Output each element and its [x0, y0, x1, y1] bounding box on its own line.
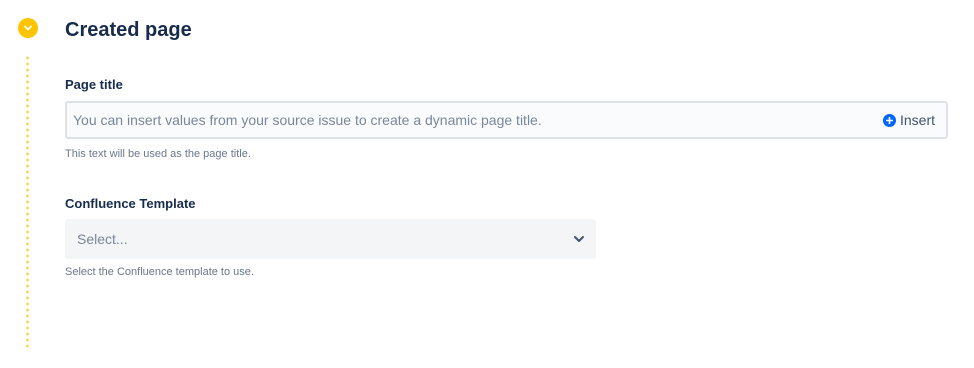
created-page-section: Created page Page title Insert This text… [0, 0, 974, 368]
chevron-down-icon [23, 23, 33, 33]
plus-circle-icon [882, 113, 896, 127]
page-title-label: Page title [65, 77, 123, 92]
chevron-down-icon [572, 232, 586, 246]
section-collapse-toggle[interactable] [18, 18, 38, 38]
section-title: Created page [65, 19, 192, 41]
page-title-helper-text: This text will be used as the page title… [65, 148, 251, 160]
insert-button[interactable]: Insert [882, 112, 935, 128]
confluence-template-label: Confluence Template [65, 196, 196, 211]
confluence-template-select-value: Select... [77, 231, 128, 247]
page-title-input[interactable] [67, 103, 883, 137]
page-title-field: Insert [65, 101, 948, 139]
step-connector-line [26, 55, 29, 351]
insert-button-label: Insert [899, 112, 935, 128]
confluence-template-helper-text: Select the Confluence template to use. [65, 266, 254, 278]
confluence-template-select[interactable]: Select... [65, 219, 596, 259]
